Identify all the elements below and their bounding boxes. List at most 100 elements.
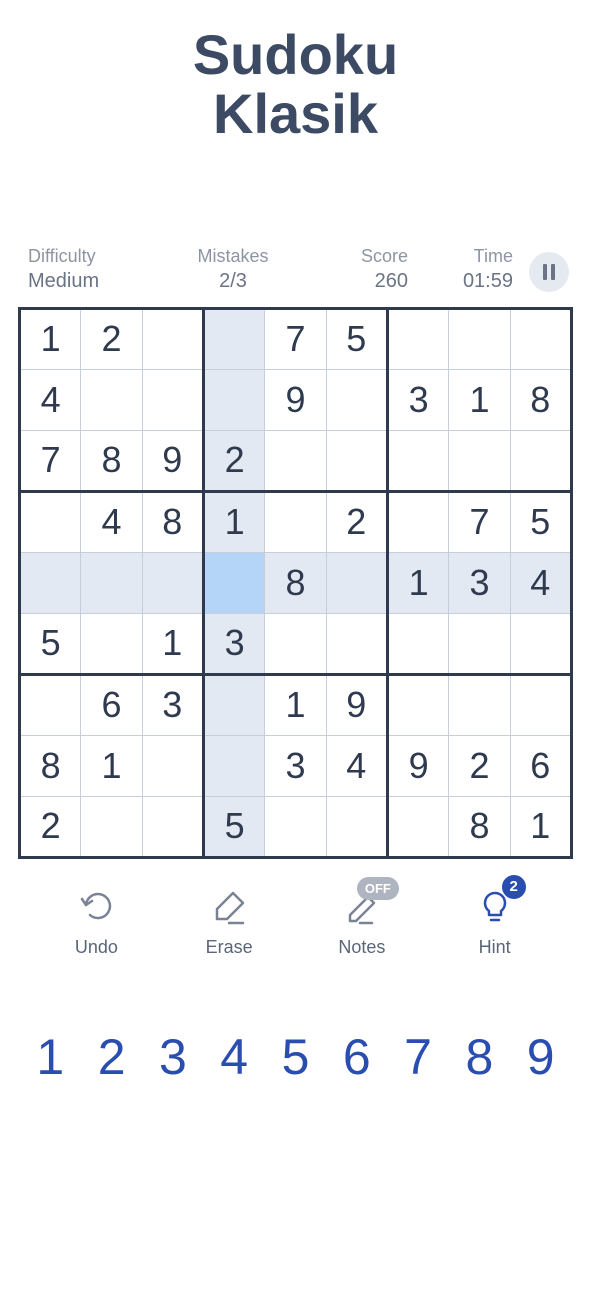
cell-2-4[interactable] [265,430,326,491]
cell-0-6[interactable] [387,308,448,369]
cell-6-1[interactable]: 6 [81,674,142,735]
stats-bar: Difficulty Medium Mistakes 2/3 Score 260… [0,244,591,295]
cell-3-0[interactable] [20,491,81,552]
numpad-8[interactable]: 8 [454,1028,504,1086]
cell-5-4[interactable] [265,613,326,674]
cell-4-6[interactable]: 1 [387,552,448,613]
sudoku-board: 1275493187892481275813451363198134926258… [18,307,573,859]
cell-7-1[interactable]: 1 [81,735,142,796]
cell-1-0[interactable]: 4 [20,369,81,430]
numpad-7[interactable]: 7 [393,1028,443,1086]
cell-5-7[interactable] [449,613,510,674]
cell-5-1[interactable] [81,613,142,674]
numpad-3[interactable]: 3 [148,1028,198,1086]
pause-icon [543,264,547,280]
cell-3-8[interactable]: 5 [510,491,571,552]
cell-7-3[interactable] [203,735,264,796]
numpad-1[interactable]: 1 [25,1028,75,1086]
cell-5-8[interactable] [510,613,571,674]
hint-button[interactable]: 2 Hint [450,887,540,958]
numpad-9[interactable]: 9 [516,1028,566,1086]
cell-8-6[interactable] [387,796,448,857]
cell-8-7[interactable]: 8 [449,796,510,857]
cell-0-1[interactable]: 2 [81,308,142,369]
cell-8-4[interactable] [265,796,326,857]
cell-6-7[interactable] [449,674,510,735]
cell-1-5[interactable] [326,369,387,430]
cell-1-2[interactable] [142,369,203,430]
cell-2-8[interactable] [510,430,571,491]
numpad-4[interactable]: 4 [209,1028,259,1086]
cell-4-8[interactable]: 4 [510,552,571,613]
cell-6-3[interactable] [203,674,264,735]
cell-3-3[interactable]: 1 [203,491,264,552]
cell-7-6[interactable]: 9 [387,735,448,796]
undo-button[interactable]: Undo [51,887,141,958]
cell-7-5[interactable]: 4 [326,735,387,796]
cell-6-0[interactable] [20,674,81,735]
cell-1-6[interactable]: 3 [387,369,448,430]
cell-3-2[interactable]: 8 [142,491,203,552]
cell-2-5[interactable] [326,430,387,491]
numpad-6[interactable]: 6 [332,1028,382,1086]
cell-5-3[interactable]: 3 [203,613,264,674]
cell-1-1[interactable] [81,369,142,430]
cell-2-3[interactable]: 2 [203,430,264,491]
cell-5-0[interactable]: 5 [20,613,81,674]
cell-3-6[interactable] [387,491,448,552]
cell-4-5[interactable] [326,552,387,613]
cell-8-8[interactable]: 1 [510,796,571,857]
cell-0-7[interactable] [449,308,510,369]
cell-1-3[interactable] [203,369,264,430]
cell-2-1[interactable]: 8 [81,430,142,491]
cell-4-1[interactable] [81,552,142,613]
cell-8-1[interactable] [81,796,142,857]
erase-button[interactable]: Erase [184,887,274,958]
cell-4-4[interactable]: 8 [265,552,326,613]
cell-7-8[interactable]: 6 [510,735,571,796]
cell-4-0[interactable] [20,552,81,613]
cell-1-7[interactable]: 1 [449,369,510,430]
cell-0-8[interactable] [510,308,571,369]
cell-3-1[interactable]: 4 [81,491,142,552]
cell-7-2[interactable] [142,735,203,796]
cell-4-3[interactable] [203,552,264,613]
cell-3-7[interactable]: 7 [449,491,510,552]
cell-6-6[interactable] [387,674,448,735]
cell-2-7[interactable] [449,430,510,491]
cell-2-0[interactable]: 7 [20,430,81,491]
cell-3-4[interactable] [265,491,326,552]
cell-2-2[interactable]: 9 [142,430,203,491]
cell-7-4[interactable]: 3 [265,735,326,796]
cell-0-2[interactable] [142,308,203,369]
cell-6-5[interactable]: 9 [326,674,387,735]
cell-4-2[interactable] [142,552,203,613]
mistakes-label: Mistakes [197,244,268,268]
cell-7-0[interactable]: 8 [20,735,81,796]
cell-6-4[interactable]: 1 [265,674,326,735]
cell-6-2[interactable]: 3 [142,674,203,735]
pause-button[interactable] [529,252,569,292]
cell-1-4[interactable]: 9 [265,369,326,430]
numpad-2[interactable]: 2 [87,1028,137,1086]
notes-button[interactable]: OFF Notes [317,887,407,958]
cell-8-3[interactable]: 5 [203,796,264,857]
cell-3-5[interactable]: 2 [326,491,387,552]
cell-1-8[interactable]: 8 [510,369,571,430]
cell-8-2[interactable] [142,796,203,857]
cell-5-5[interactable] [326,613,387,674]
cell-4-7[interactable]: 3 [449,552,510,613]
cell-0-0[interactable]: 1 [20,308,81,369]
cell-8-5[interactable] [326,796,387,857]
cell-5-2[interactable]: 1 [142,613,203,674]
cell-2-6[interactable] [387,430,448,491]
cell-8-0[interactable]: 2 [20,796,81,857]
cell-0-3[interactable] [203,308,264,369]
cell-6-8[interactable] [510,674,571,735]
cell-7-7[interactable]: 2 [449,735,510,796]
cell-5-6[interactable] [387,613,448,674]
cell-0-5[interactable]: 5 [326,308,387,369]
numpad-5[interactable]: 5 [270,1028,320,1086]
time-value: 01:59 [463,268,513,295]
cell-0-4[interactable]: 7 [265,308,326,369]
